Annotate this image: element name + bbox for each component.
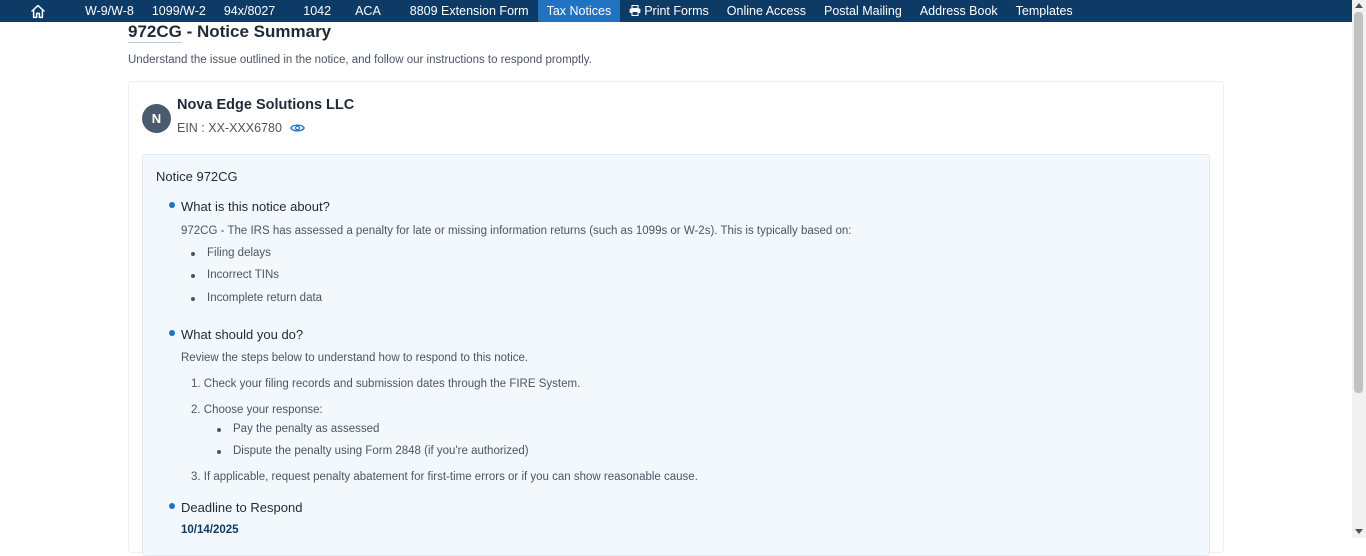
section-bullet [169,503,175,509]
todo-intro: Review the steps below to understand how… [181,352,529,364]
scrollbar-thumb[interactable] [1354,12,1363,393]
printer-icon [629,1,641,23]
nav-94x-8027[interactable]: 94x/8027 [215,0,284,22]
page-title-rest: - Notice Summary [181,22,332,41]
nav-w9-w8[interactable]: W-9/W-8 [76,0,143,22]
avatar: N [142,104,171,133]
nav-postal-mailing[interactable]: Postal Mailing [815,0,911,22]
eye-icon[interactable] [289,123,305,133]
notice-code: 972CG [128,22,182,43]
step-3: 3. If applicable, request penalty abatem… [191,471,698,483]
nav-8809-extension-form[interactable]: 8809 Extension Form [401,0,538,22]
todo-heading: What should you do? [181,327,304,342]
step-1: 1. Check your filing records and submiss… [191,378,581,390]
step-2-option-dispute: Dispute the penalty using Form 2848 (if … [233,445,529,457]
ein-value: EIN : XX-XXX6780 [177,121,282,135]
top-nav: W-9/W-8 1099/W-2 94x/8027 1042 ACA 8809 … [0,0,1352,22]
section-bullet [169,330,175,336]
company-name: Nova Edge Solutions LLC [177,97,355,113]
scroll-down-icon[interactable] [1355,529,1363,534]
nav-address-book[interactable]: Address Book [911,0,1007,22]
about-bullet-filing-delays: Filing delays [207,247,271,259]
scroll-up-icon[interactable] [1355,3,1363,8]
list-bullet [217,450,221,454]
nav-templates[interactable]: Templates [1007,0,1082,22]
step-2-option-pay: Pay the penalty as assessed [233,423,380,435]
about-bullet-incorrect-tins: Incorrect TINs [207,269,279,281]
notice-title: Notice 972CG [156,169,238,184]
page-subtitle: Understand the issue outlined in the not… [128,54,592,66]
list-bullet [191,252,195,256]
vertical-scrollbar[interactable] [1352,0,1366,538]
about-intro: 972CG - The IRS has assessed a penalty f… [181,225,852,237]
home-button[interactable] [0,0,76,22]
list-bullet [191,297,195,301]
nav-1042[interactable]: 1042 [284,0,351,22]
nav-1099-w2[interactable]: 1099/W-2 [143,0,215,22]
page-title: 972CG - Notice Summary [128,22,332,43]
deadline-date: 10/14/2025 [181,524,239,536]
nav-print-forms-label: Print Forms [644,4,709,18]
nav-tax-notices[interactable]: Tax Notices [537,0,621,22]
nav-aca[interactable]: ACA [351,0,401,22]
about-heading: What is this notice about? [181,199,330,214]
nav-print-forms[interactable]: Print Forms [620,0,718,22]
home-icon [30,4,46,19]
section-bullet [169,202,175,208]
list-bullet [191,274,195,278]
list-bullet [217,428,221,432]
nav-online-access[interactable]: Online Access [718,0,815,22]
step-2: 2. Choose your response: [191,404,323,416]
deadline-heading: Deadline to Respond [181,500,303,515]
about-bullet-incomplete-data: Incomplete return data [207,292,323,304]
ein-row: EIN : XX-XXX6780 [177,121,305,135]
